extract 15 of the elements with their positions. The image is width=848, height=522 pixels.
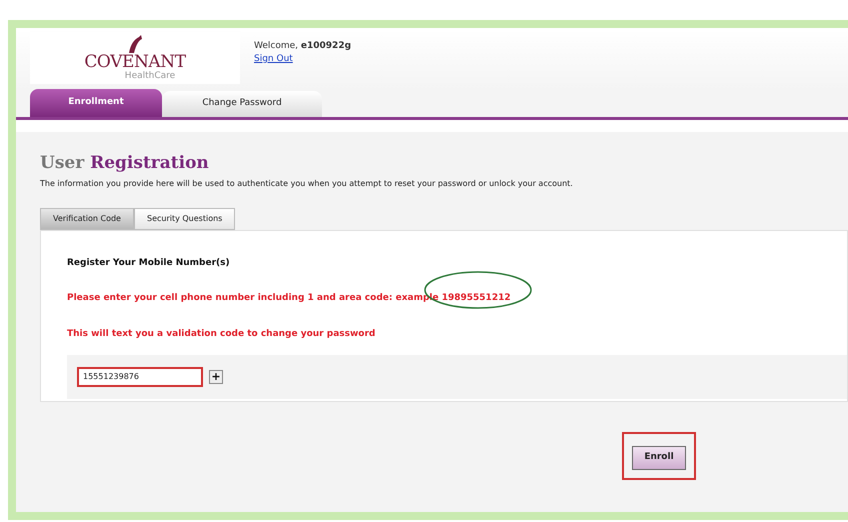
instruction-text: This will text you a validation code to change your password: [67, 328, 376, 338]
enroll-button[interactable]: Enroll: [632, 446, 686, 470]
tab[interactable]: Change Password: [162, 91, 322, 117]
subtab[interactable]: Verification Code: [40, 208, 134, 230]
logo-name: COVENANT: [84, 53, 186, 71]
section-title: Register Your Mobile Number(s): [67, 257, 231, 270]
welcome-text: Welcome, e100922g: [254, 40, 352, 53]
logo-tagline: HealthCare: [124, 71, 176, 81]
add-button[interactable]: +: [209, 370, 223, 384]
subtab[interactable]: Security Questions: [134, 208, 236, 230]
description-text: The information you provide here will be used to authenticate you when you attempt to reset your password or unlock your account.: [40, 178, 574, 190]
phone-field[interactable]: 15551239876: [77, 366, 203, 386]
page-heading: User Registration: [40, 153, 209, 173]
sign-out-link[interactable]: Sign Out: [254, 53, 352, 66]
tab[interactable]: Enrollment: [30, 89, 162, 117]
